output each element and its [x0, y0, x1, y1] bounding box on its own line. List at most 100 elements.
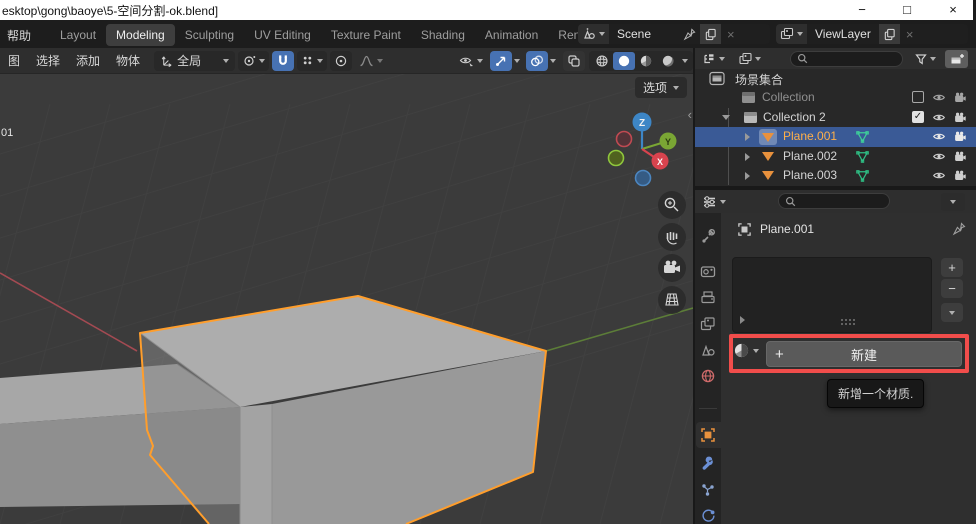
collection-name[interactable]: Collection — [762, 90, 815, 104]
collapse-panel-icon[interactable]: ‹ — [688, 110, 692, 120]
render-visibility-icon[interactable] — [953, 130, 967, 143]
visibility-eye-icon[interactable] — [932, 150, 946, 163]
tab-modeling[interactable]: Modeling — [106, 24, 175, 46]
menu-add[interactable]: 添加 — [68, 52, 108, 69]
visibility-eye-icon[interactable] — [932, 169, 946, 182]
new-material-button[interactable]: + 新建 — [766, 341, 962, 367]
resize-grip[interactable] — [841, 319, 855, 325]
outliner-display-mode-dropdown[interactable] — [735, 50, 764, 68]
wireframe-shading-button[interactable] — [591, 52, 613, 70]
zoom-button[interactable] — [658, 191, 686, 219]
expand-icon[interactable] — [745, 153, 750, 161]
collection-name[interactable]: Collection 2 — [763, 110, 826, 124]
gizmos-dropdown-icon[interactable] — [514, 59, 520, 63]
outliner-row-collection[interactable]: Collection — [695, 88, 976, 107]
render-visibility-icon[interactable] — [953, 91, 967, 104]
outliner-search-input[interactable] — [812, 52, 892, 66]
outliner-row-plane-003[interactable]: Plane.003 — [695, 166, 976, 185]
tab-layout[interactable]: Layout — [50, 24, 106, 46]
expand-icon[interactable] — [745, 133, 750, 141]
overlays-toggle[interactable] — [526, 51, 548, 71]
menu-help[interactable]: 帮助 — [7, 27, 31, 44]
tab-world[interactable] — [700, 368, 716, 384]
xray-toggle[interactable] — [563, 51, 585, 71]
object-name[interactable]: Plane.003 — [783, 168, 837, 182]
collapse-expanded-icon[interactable] — [722, 115, 730, 120]
outliner-row-plane-001[interactable]: Plane.001 — [695, 127, 976, 146]
perspective-toggle-button[interactable] — [658, 286, 686, 314]
material-slot-list[interactable] — [732, 257, 932, 333]
exclude-checkbox[interactable]: ✓ — [912, 111, 924, 123]
outliner-row-plane-002[interactable]: Plane.002 — [695, 147, 976, 166]
snap-toggle[interactable] — [272, 51, 294, 71]
add-material-slot-button[interactable]: + — [941, 258, 963, 277]
show-gizmo-dropdown[interactable] — [455, 51, 487, 71]
tab-physics[interactable] — [700, 508, 716, 524]
render-visibility-icon[interactable] — [953, 150, 967, 163]
properties-editor-type-dropdown[interactable] — [699, 193, 729, 211]
outliner-row-collection-2[interactable]: Collection 2 ✓ — [695, 108, 976, 127]
outliner-filter-dropdown[interactable] — [911, 50, 939, 68]
viewlayer-name[interactable]: ViewLayer — [807, 24, 879, 44]
tab-view-layer[interactable] — [700, 316, 716, 332]
close-button[interactable]: × — [936, 0, 970, 20]
properties-search[interactable] — [778, 193, 890, 209]
tab-render[interactable] — [700, 263, 716, 279]
outliner-editor-type-dropdown[interactable] — [699, 50, 728, 68]
mesh-data-icon[interactable] — [855, 129, 870, 144]
tab-object[interactable] — [700, 427, 716, 443]
viewlayer-icon[interactable] — [776, 24, 807, 44]
scene-name[interactable]: Scene — [609, 24, 679, 44]
remove-viewlayer-icon[interactable]: × — [900, 24, 920, 44]
transform-orientation-dropdown[interactable]: 全局 — [154, 51, 235, 71]
exclude-checkbox[interactable] — [912, 91, 924, 103]
menu-view[interactable]: 图 — [0, 52, 28, 69]
new-scene-icon[interactable] — [700, 24, 721, 44]
collection-name[interactable]: 场景集合 — [735, 71, 783, 88]
mesh-data-icon[interactable] — [855, 149, 870, 164]
proportional-editing-toggle[interactable] — [330, 51, 352, 71]
render-visibility-icon[interactable] — [953, 111, 967, 124]
minimize-button[interactable]: − — [845, 0, 879, 20]
breadcrumb-object-name[interactable]: Plane.001 — [760, 222, 814, 236]
browse-material-dropdown[interactable] — [733, 342, 759, 359]
rendered-shading-button[interactable] — [657, 52, 679, 70]
menu-select[interactable]: 选择 — [28, 52, 68, 69]
properties-search-input[interactable] — [800, 194, 880, 208]
pivot-point-dropdown[interactable] — [238, 51, 269, 71]
axis-negy-ball[interactable] — [609, 151, 624, 166]
new-viewlayer-icon[interactable] — [879, 24, 900, 44]
new-collection-button[interactable] — [945, 50, 968, 68]
tab-modifiers[interactable] — [700, 455, 716, 471]
tab-animation[interactable]: Animation — [475, 24, 548, 46]
menu-object[interactable]: 物体 — [108, 52, 148, 69]
viewport-3d[interactable]: Z Y X — [0, 74, 693, 524]
options-dropdown[interactable]: 选项 — [635, 77, 687, 98]
tab-texture-paint[interactable]: Texture Paint — [321, 24, 411, 46]
remove-material-slot-button[interactable]: − — [941, 279, 963, 298]
axis-negx-ball[interactable] — [617, 132, 632, 147]
pan-button[interactable] — [658, 223, 686, 251]
shading-dropdown-icon[interactable] — [682, 59, 688, 63]
snap-with-dropdown[interactable] — [297, 51, 327, 71]
visibility-eye-icon[interactable] — [932, 91, 946, 104]
tab-particles[interactable] — [700, 482, 716, 498]
proportional-falloff-dropdown[interactable] — [355, 51, 387, 71]
solid-shading-button[interactable] — [613, 52, 635, 70]
unlink-scene-icon[interactable]: × — [721, 24, 741, 44]
axis-negz-ball[interactable] — [636, 171, 651, 186]
pin-icon[interactable] — [952, 222, 966, 236]
maximize-button[interactable]: □ — [890, 0, 924, 20]
object-name[interactable]: Plane.002 — [783, 149, 837, 163]
material-preview-button[interactable] — [635, 52, 657, 70]
expand-icon[interactable] — [745, 172, 750, 180]
visibility-eye-icon[interactable] — [932, 130, 946, 143]
outliner-row-scene-collection[interactable]: 场景集合 — [695, 69, 976, 88]
gizmos-toggle[interactable] — [490, 51, 512, 71]
material-specials-dropdown[interactable] — [941, 303, 963, 322]
scene-icon[interactable] — [578, 24, 609, 44]
tab-scene[interactable] — [700, 342, 716, 358]
pin-icon[interactable] — [679, 24, 700, 44]
visibility-eye-icon[interactable] — [932, 111, 946, 124]
overlays-dropdown-icon[interactable] — [550, 59, 556, 63]
